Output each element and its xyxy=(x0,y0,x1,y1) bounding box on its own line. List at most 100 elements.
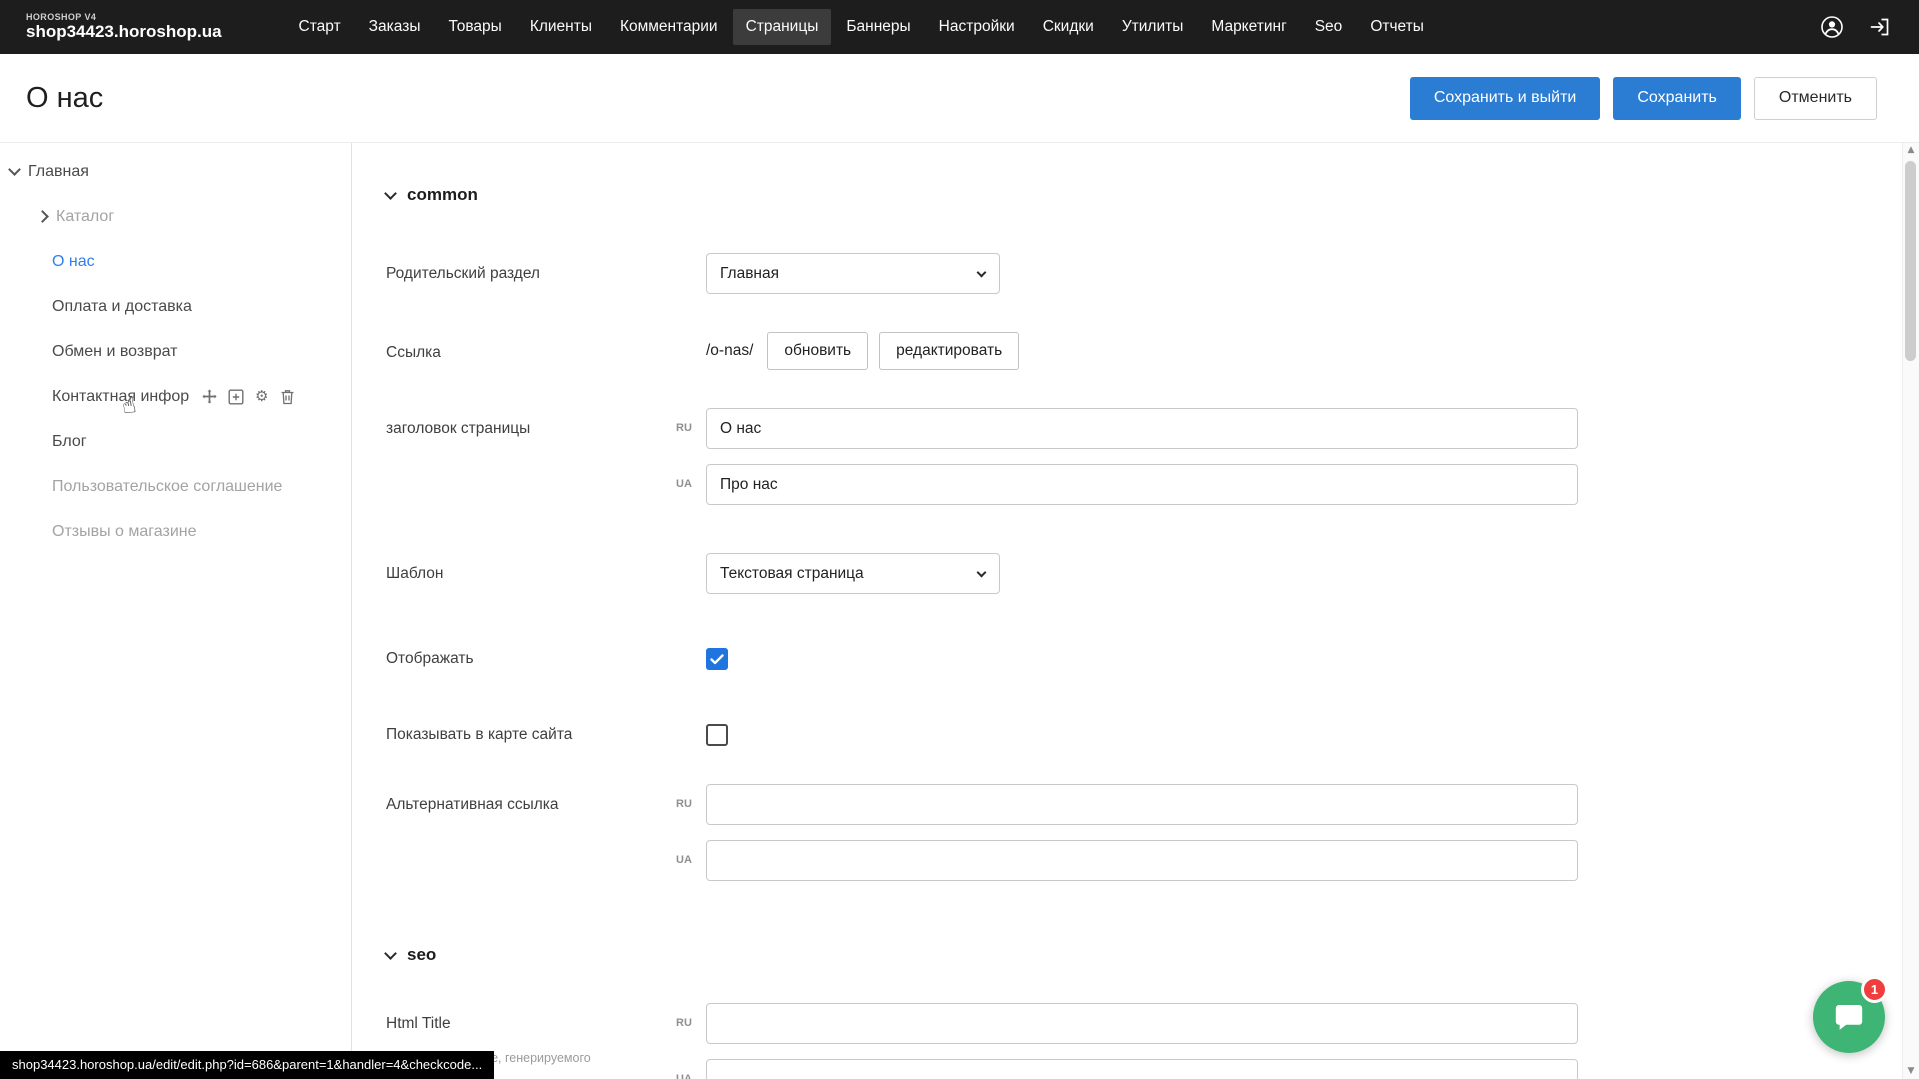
topbar-icons xyxy=(1819,14,1893,40)
chevron-down-icon xyxy=(977,567,987,577)
lang-tag-ru: RU xyxy=(676,1003,700,1044)
account-icon[interactable] xyxy=(1819,14,1845,40)
lang-tag-ua: UA xyxy=(676,464,700,505)
nav-item-discounts[interactable]: Скидки xyxy=(1030,9,1107,45)
pages-tree-sidebar: Главная Каталог О нас Оплата и доставка … xyxy=(0,143,352,1079)
template-row: Шаблон Текстовая страница xyxy=(386,553,1919,594)
logout-icon[interactable] xyxy=(1867,14,1893,40)
nav-item-comments[interactable]: Комментарии xyxy=(607,9,731,45)
chevron-down-icon xyxy=(384,947,397,960)
html-title-ru-input[interactable] xyxy=(706,1003,1578,1044)
chat-button[interactable]: 1 xyxy=(1813,981,1885,1053)
lang-tag-ru: RU xyxy=(676,408,700,449)
top-navigation: Старт Заказы Товары Клиенты Комментарии … xyxy=(286,9,1807,45)
content-area: Главная Каталог О нас Оплата и доставка … xyxy=(0,142,1919,1079)
alt-link-label: Альтернативная ссылка xyxy=(386,784,676,815)
lang-tag-ua: UA xyxy=(676,1059,700,1079)
move-icon[interactable] xyxy=(201,388,218,405)
section-common-title: common xyxy=(407,185,478,205)
page-header: О нас Сохранить и выйти Сохранить Отмени… xyxy=(0,54,1919,142)
nav-item-marketing[interactable]: Маркетинг xyxy=(1198,9,1299,45)
nav-item-orders[interactable]: Заказы xyxy=(356,9,434,45)
page-title-ru-input[interactable] xyxy=(706,408,1578,449)
sidebar-item-about[interactable]: О нас xyxy=(0,239,351,284)
cancel-button[interactable]: Отменить xyxy=(1754,77,1877,120)
nav-item-pages[interactable]: Страницы xyxy=(733,9,832,45)
delete-trash-icon[interactable] xyxy=(279,388,296,405)
sidebar-item-blog[interactable]: Блог xyxy=(0,419,351,464)
sidebar-item-catalog[interactable]: Каталог xyxy=(0,194,351,239)
topbar: HOROSHOP V4 shop34423.horoshop.ua Старт … xyxy=(0,0,1919,54)
nav-item-start[interactable]: Старт xyxy=(286,9,354,45)
page-title: О нас xyxy=(26,82,103,115)
alt-link-ua-input[interactable] xyxy=(706,840,1578,881)
link-edit-button[interactable]: редактировать xyxy=(879,332,1019,370)
alt-link-ru-input[interactable] xyxy=(706,784,1578,825)
scroll-down-icon[interactable]: ▼ xyxy=(1908,1067,1915,1076)
add-page-icon[interactable] xyxy=(227,388,244,405)
chat-badge: 1 xyxy=(1861,976,1888,1003)
template-label: Шаблон xyxy=(386,553,676,584)
nav-item-seo[interactable]: Seo xyxy=(1302,9,1356,45)
html-title-label: Html Title xyxy=(386,1014,676,1034)
parent-section-label: Родительский раздел xyxy=(386,253,676,284)
display-checkbox[interactable] xyxy=(706,648,728,670)
vertical-scrollbar[interactable]: ▲ ▼ xyxy=(1902,143,1919,1079)
nav-item-settings[interactable]: Настройки xyxy=(926,9,1028,45)
nav-item-clients[interactable]: Клиенты xyxy=(517,9,605,45)
chat-bubble-icon xyxy=(1832,1000,1866,1034)
display-label: Отображать xyxy=(386,638,676,669)
chevron-down-icon xyxy=(384,187,397,200)
sidebar-item-user-agreement[interactable]: Пользовательское соглашение xyxy=(0,464,351,509)
sidebar-item-contact-info[interactable]: Контактная инфор ⚙ xyxy=(0,374,351,419)
scrollbar-thumb[interactable] xyxy=(1905,161,1916,361)
page-title-label: заголовок страницы xyxy=(386,408,676,439)
parent-section-row: Родительский раздел Главная xyxy=(386,253,1919,294)
chevron-down-icon xyxy=(977,267,987,277)
sidebar-item-label: Пользовательское соглашение xyxy=(52,478,282,496)
page-edit-form: common Родительский раздел Главная Ссылк… xyxy=(352,143,1919,1079)
save-button[interactable]: Сохранить xyxy=(1613,77,1741,120)
lang-tag-ua: UA xyxy=(676,840,700,881)
parent-section-value: Главная xyxy=(720,265,779,283)
sidebar-item-home[interactable]: Главная xyxy=(0,149,351,194)
sidebar-item-label: О нас xyxy=(52,253,95,271)
nav-item-reports[interactable]: Отчеты xyxy=(1357,9,1437,45)
nav-item-utilities[interactable]: Утилиты xyxy=(1109,9,1197,45)
sidebar-item-label: Контактная инфор xyxy=(52,388,189,406)
template-value: Текстовая страница xyxy=(720,565,864,583)
link-label: Ссылка xyxy=(386,332,676,363)
sidebar-item-label: Блог xyxy=(52,433,87,451)
header-actions: Сохранить и выйти Сохранить Отменить xyxy=(1410,77,1877,120)
sitemap-checkbox[interactable] xyxy=(706,724,728,746)
section-seo-toggle[interactable]: seo xyxy=(386,945,1919,965)
brand-version-label: HOROSHOP V4 xyxy=(26,12,222,22)
parent-section-select[interactable]: Главная xyxy=(706,253,1000,294)
html-title-ua-input[interactable] xyxy=(706,1059,1578,1079)
settings-gear-icon[interactable]: ⚙ xyxy=(253,388,270,405)
brand-logo[interactable]: HOROSHOP V4 shop34423.horoshop.ua xyxy=(26,12,222,42)
link-refresh-button[interactable]: обновить xyxy=(767,332,868,370)
nav-item-banners[interactable]: Баннеры xyxy=(833,9,923,45)
nav-item-products[interactable]: Товары xyxy=(435,9,514,45)
alt-link-row: Альтернативная ссылка RU UA xyxy=(386,784,1919,881)
save-and-exit-button[interactable]: Сохранить и выйти xyxy=(1410,77,1601,120)
sidebar-item-label: Каталог xyxy=(56,208,114,226)
brand-domain-label: shop34423.horoshop.ua xyxy=(26,22,222,42)
sitemap-label: Показывать в карте сайта xyxy=(386,714,676,745)
section-seo-title: seo xyxy=(407,945,436,965)
sidebar-item-exchange-return[interactable]: Обмен и возврат xyxy=(0,329,351,374)
sidebar-item-label: Оплата и доставка xyxy=(52,298,192,316)
sitemap-row: Показывать в карте сайта xyxy=(386,714,1919,746)
status-url-tooltip: shop34423.horoshop.ua/edit/edit.php?id=6… xyxy=(0,1051,494,1079)
scroll-up-icon[interactable]: ▲ xyxy=(1908,146,1915,155)
sidebar-item-label: Обмен и возврат xyxy=(52,343,177,361)
sidebar-item-payment-delivery[interactable]: Оплата и доставка xyxy=(0,284,351,329)
section-common-toggle[interactable]: common xyxy=(386,185,1919,205)
sidebar-item-store-reviews[interactable]: Отзывы о магазине xyxy=(0,509,351,554)
html-title-row: Html Title Полная замена title, генериру… xyxy=(386,1003,1919,1079)
template-select[interactable]: Текстовая страница xyxy=(706,553,1000,594)
link-row: Ссылка /o-nas/ обновить редактировать xyxy=(386,332,1919,370)
link-path-value: /o-nas/ xyxy=(706,342,753,360)
page-title-ua-input[interactable] xyxy=(706,464,1578,505)
